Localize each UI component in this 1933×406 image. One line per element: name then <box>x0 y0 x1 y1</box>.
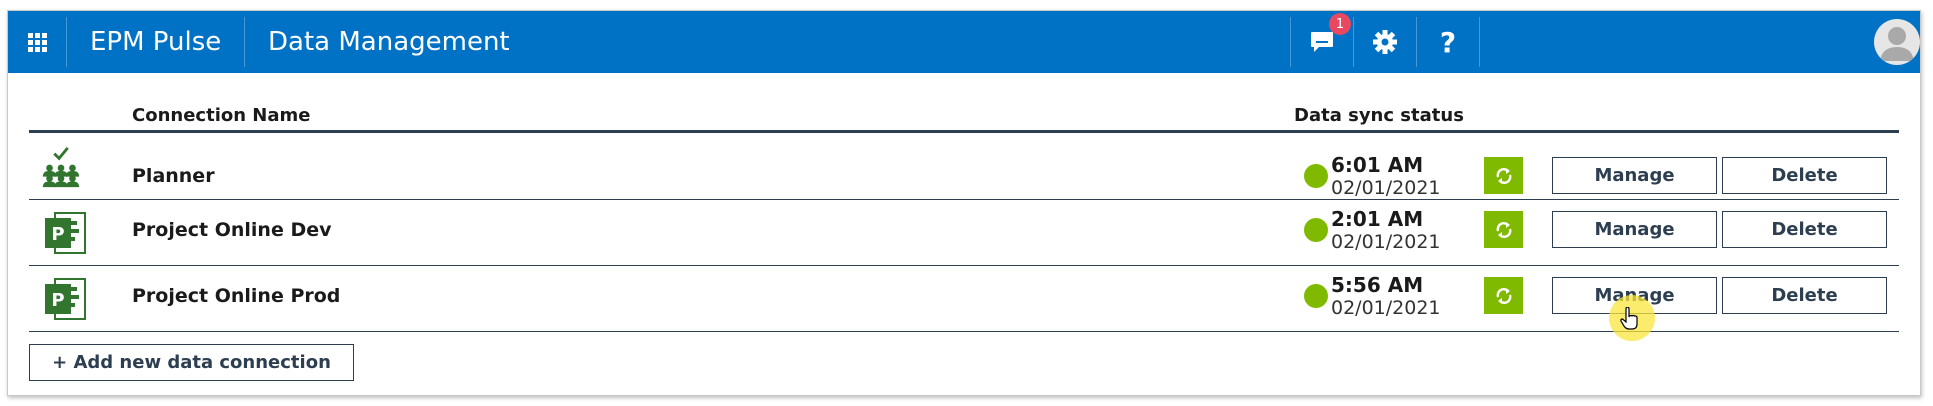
sync-time: 5:56 AM <box>1331 273 1424 297</box>
hand-cursor-icon <box>1620 307 1638 330</box>
project-online-icon: P <box>45 212 86 254</box>
user-avatar-icon[interactable] <box>1874 19 1920 65</box>
delete-button[interactable]: Delete <box>1722 157 1887 194</box>
column-header-sync-status: Data sync status <box>1294 105 1464 126</box>
divider <box>66 17 67 67</box>
refresh-icon <box>1496 287 1511 304</box>
sync-status-indicator <box>1304 218 1328 242</box>
svg-text:P: P <box>51 290 64 311</box>
sync-now-button[interactable] <box>1484 157 1523 194</box>
svg-text:P: P <box>51 224 64 245</box>
table-row: Planner 6:01 AM 02/01/2021 Manage Delete <box>29 133 1899 199</box>
sync-now-button[interactable] <box>1484 277 1523 314</box>
sync-date: 02/01/2021 <box>1331 297 1441 319</box>
help-icon: ? <box>1439 25 1457 59</box>
sync-time: 6:01 AM <box>1331 153 1424 177</box>
table-row: P Project Online Dev 2:01 AM 02/01/2021 … <box>29 199 1899 264</box>
sync-now-button[interactable] <box>1484 211 1523 248</box>
app-launcher-button[interactable] <box>8 11 66 73</box>
top-bar: EPM Pulse Data Management 1 ? <box>8 11 1920 73</box>
add-data-connection-button[interactable]: + Add new data connection <box>29 344 354 381</box>
connection-name: Project Online Prod <box>132 285 341 307</box>
planner-icon <box>42 146 80 188</box>
sync-status-indicator <box>1304 164 1328 188</box>
messages-button[interactable]: 1 <box>1291 11 1353 73</box>
project-online-icon: P <box>45 278 86 320</box>
page-title: Data Management <box>268 27 510 57</box>
delete-button[interactable]: Delete <box>1722 211 1887 248</box>
data-management-window: EPM Pulse Data Management 1 ? Connection… <box>7 10 1921 396</box>
manage-button[interactable]: Manage <box>1552 211 1717 248</box>
waffle-icon <box>27 32 47 52</box>
divider <box>1479 17 1480 67</box>
sync-date: 02/01/2021 <box>1331 177 1441 199</box>
sync-time: 2:01 AM <box>1331 207 1424 231</box>
gear-icon <box>1373 30 1397 54</box>
manage-button[interactable]: Manage <box>1552 157 1717 194</box>
refresh-icon <box>1496 167 1511 184</box>
sync-date: 02/01/2021 <box>1331 231 1441 253</box>
chat-icon <box>1311 32 1333 52</box>
connection-name: Project Online Dev <box>132 219 332 241</box>
sync-status-indicator <box>1304 284 1328 308</box>
refresh-icon <box>1496 221 1511 238</box>
settings-button[interactable] <box>1354 11 1416 73</box>
notification-badge: 1 <box>1329 13 1351 35</box>
connection-name: Planner <box>132 165 215 187</box>
app-title[interactable]: EPM Pulse <box>90 11 221 73</box>
delete-button[interactable]: Delete <box>1722 277 1887 314</box>
help-button[interactable]: ? <box>1417 11 1479 73</box>
divider <box>244 17 245 67</box>
column-header-connection-name: Connection Name <box>132 105 311 126</box>
